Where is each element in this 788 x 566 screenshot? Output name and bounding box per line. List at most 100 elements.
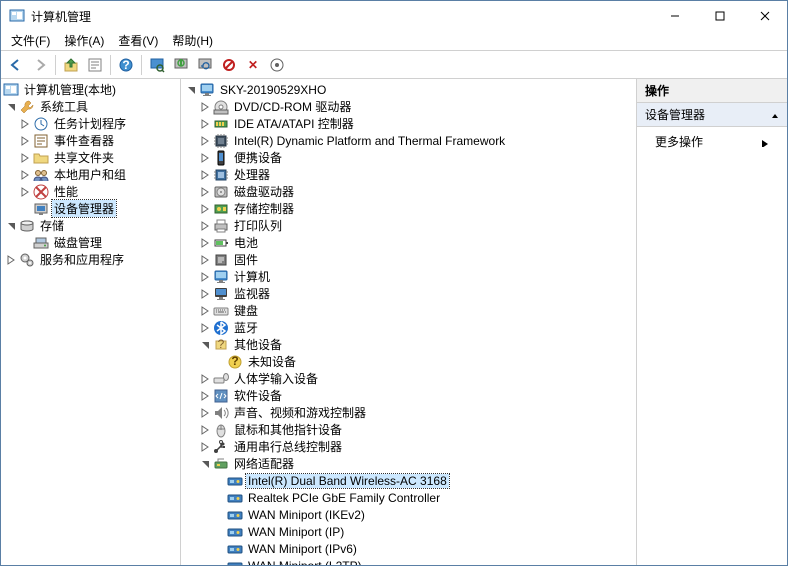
device-computer[interactable]: 计算机 xyxy=(181,268,636,285)
device-label: 网络适配器 xyxy=(232,455,296,472)
back-button[interactable] xyxy=(5,54,27,76)
tree-root[interactable]: 计算机管理(本地) xyxy=(1,81,180,98)
forward-button[interactable] xyxy=(29,54,51,76)
expand-icon[interactable] xyxy=(199,236,213,250)
device-firmware[interactable]: 固件 xyxy=(181,251,636,268)
actions-group[interactable]: 设备管理器 xyxy=(637,103,787,127)
hid-icon xyxy=(213,371,229,387)
toolbar-separator xyxy=(110,55,111,75)
network-icon xyxy=(213,456,229,472)
device-dvd[interactable]: DVD/CD-ROM 驱动器 xyxy=(181,98,636,115)
tree-performance[interactable]: 性能 xyxy=(1,183,180,200)
device-net1[interactable]: Realtek PCIe GbE Family Controller xyxy=(181,489,636,506)
expand-icon[interactable] xyxy=(199,287,213,301)
expand-icon[interactable] xyxy=(19,185,33,199)
minimize-button[interactable] xyxy=(652,1,697,31)
tree-services-apps[interactable]: 服务和应用程序 xyxy=(1,251,180,268)
expand-icon[interactable] xyxy=(199,270,213,284)
device-usb[interactable]: 通用串行总线控制器 xyxy=(181,438,636,455)
device-storage-controllers[interactable]: 存储控制器 xyxy=(181,200,636,217)
device-monitors[interactable]: 监视器 xyxy=(181,285,636,302)
help-button[interactable] xyxy=(115,54,137,76)
device-ide[interactable]: IDE ATA/ATAPI 控制器 xyxy=(181,115,636,132)
tree-system-tools[interactable]: 系统工具 xyxy=(1,98,180,115)
tree-shared-folders[interactable]: 共享文件夹 xyxy=(1,149,180,166)
collapse-icon[interactable] xyxy=(199,338,213,352)
expand-icon[interactable] xyxy=(199,100,213,114)
close-button[interactable] xyxy=(742,1,787,31)
scan-hardware-button[interactable] xyxy=(146,54,168,76)
expand-icon[interactable] xyxy=(199,151,213,165)
device-mice[interactable]: 鼠标和其他指针设备 xyxy=(181,421,636,438)
device-hid[interactable]: 人体学输入设备 xyxy=(181,370,636,387)
device-print-queues[interactable]: 打印队列 xyxy=(181,217,636,234)
device-unknown[interactable]: 未知设备 xyxy=(181,353,636,370)
expand-icon[interactable] xyxy=(199,202,213,216)
properties-button[interactable] xyxy=(84,54,106,76)
device-net4[interactable]: WAN Miniport (IPv6) xyxy=(181,540,636,557)
tree-device-manager[interactable]: 设备管理器 xyxy=(1,200,180,217)
tree-task-scheduler[interactable]: 任务计划程序 xyxy=(1,115,180,132)
up-button[interactable] xyxy=(60,54,82,76)
update-driver-button[interactable] xyxy=(194,54,216,76)
device-tree[interactable]: SKY-20190529XHO DVD/CD-ROM 驱动器 IDE ATA/A… xyxy=(181,79,637,565)
collapse-icon[interactable] xyxy=(199,457,213,471)
expand-icon[interactable] xyxy=(199,440,213,454)
expand-icon[interactable] xyxy=(199,372,213,386)
maximize-button[interactable] xyxy=(697,1,742,31)
expand-icon[interactable] xyxy=(199,253,213,267)
tree-disk-management[interactable]: 磁盘管理 xyxy=(1,234,180,251)
device-portable[interactable]: 便携设备 xyxy=(181,149,636,166)
device-label: Intel(R) Dual Band Wireless-AC 3168 xyxy=(246,474,449,488)
expand-icon[interactable] xyxy=(199,134,213,148)
expand-icon[interactable] xyxy=(199,423,213,437)
device-disk-drives[interactable]: 磁盘驱动器 xyxy=(181,183,636,200)
device-software[interactable]: 软件设备 xyxy=(181,387,636,404)
expand-icon[interactable] xyxy=(199,117,213,131)
expand-icon[interactable] xyxy=(19,117,33,131)
expand-icon[interactable] xyxy=(199,304,213,318)
menu-help[interactable]: 帮助(H) xyxy=(166,31,219,50)
device-network-adapters[interactable]: 网络适配器 xyxy=(181,455,636,472)
expand-icon[interactable] xyxy=(199,389,213,403)
uninstall-button[interactable]: ✕ xyxy=(242,54,264,76)
folder-icon xyxy=(33,150,49,166)
expand-icon[interactable] xyxy=(199,168,213,182)
collapse-icon[interactable] xyxy=(5,100,19,114)
menu-view[interactable]: 查看(V) xyxy=(112,31,164,50)
menu-file[interactable]: 文件(F) xyxy=(5,31,56,50)
device-net3[interactable]: WAN Miniport (IP) xyxy=(181,523,636,540)
expand-icon[interactable] xyxy=(19,168,33,182)
expand-icon[interactable] xyxy=(199,321,213,335)
device-root[interactable]: SKY-20190529XHO xyxy=(181,81,636,98)
disable-button[interactable] xyxy=(218,54,240,76)
tree-storage[interactable]: 存储 xyxy=(1,217,180,234)
expand-icon[interactable] xyxy=(199,185,213,199)
actions-more[interactable]: 更多操作 xyxy=(637,127,787,156)
expand-icon[interactable] xyxy=(199,219,213,233)
expand-icon[interactable] xyxy=(19,151,33,165)
expand-icon[interactable] xyxy=(5,253,19,267)
device-batteries[interactable]: 电池 xyxy=(181,234,636,251)
device-intel-platform[interactable]: Intel(R) Dynamic Platform and Thermal Fr… xyxy=(181,132,636,149)
console-tree[interactable]: 计算机管理(本地) 系统工具 任务计划程序 事件查看器 xyxy=(1,79,181,565)
device-bluetooth[interactable]: 蓝牙 xyxy=(181,319,636,336)
scan-button[interactable] xyxy=(266,54,288,76)
enable-button[interactable] xyxy=(170,54,192,76)
menu-action[interactable]: 操作(A) xyxy=(58,31,110,50)
expand-icon[interactable] xyxy=(19,134,33,148)
collapse-icon[interactable] xyxy=(5,219,19,233)
device-net2[interactable]: WAN Miniport (IKEv2) xyxy=(181,506,636,523)
device-keyboards[interactable]: 键盘 xyxy=(181,302,636,319)
tree-event-viewer[interactable]: 事件查看器 xyxy=(1,132,180,149)
device-sound[interactable]: 声音、视频和游戏控制器 xyxy=(181,404,636,421)
expand-icon[interactable] xyxy=(199,406,213,420)
device-net0[interactable]: Intel(R) Dual Band Wireless-AC 3168 xyxy=(181,472,636,489)
device-other[interactable]: 其他设备 xyxy=(181,336,636,353)
device-processors[interactable]: 处理器 xyxy=(181,166,636,183)
device-net5[interactable]: WAN Miniport (L2TP) xyxy=(181,557,636,565)
actions-group-label: 设备管理器 xyxy=(645,106,705,123)
gears-icon xyxy=(19,252,35,268)
collapse-icon[interactable] xyxy=(185,83,199,97)
tree-local-users[interactable]: 本地用户和组 xyxy=(1,166,180,183)
